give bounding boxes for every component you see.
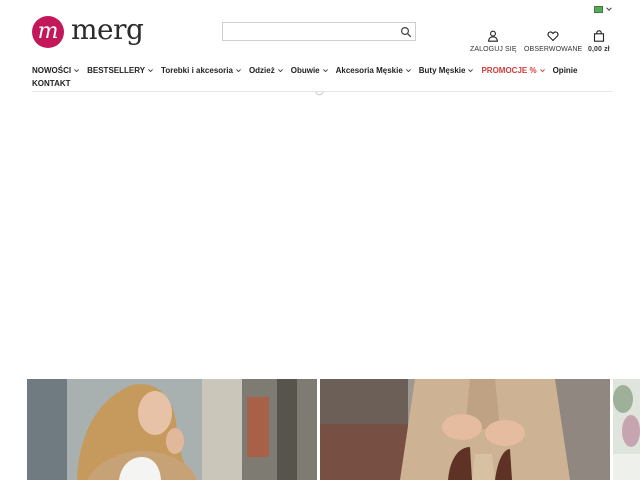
logo[interactable]: m merg (32, 13, 144, 48)
heart-icon (547, 31, 559, 42)
nav-item-obuwie[interactable]: Obuwie (291, 66, 329, 75)
chevron-down-icon (277, 69, 283, 73)
header-actions: ZALOGUJ SIĘ OBSERWOWANE 0,00 zł (464, 30, 624, 58)
nav-item-kontakt[interactable]: KONTAKT (32, 79, 71, 88)
chevron-down-icon (405, 69, 411, 73)
user-icon (488, 30, 499, 42)
nav-item-bestsellery[interactable]: BESTSELLERY (87, 66, 154, 75)
chevron-down-icon (606, 7, 612, 11)
nav-item-odziez[interactable]: Odzież (249, 66, 284, 75)
chevron-down-icon (235, 69, 241, 73)
login-button[interactable]: ZALOGUJ SIĘ (470, 30, 517, 53)
nav-item-label: Opinie (552, 66, 578, 75)
nav-item-opinie[interactable]: Opinie (553, 66, 578, 75)
nav-row: KONTAKT (32, 77, 612, 90)
shopping-bag-icon (593, 30, 604, 42)
chevron-down-icon (148, 69, 153, 73)
cart-button[interactable]: 0,00 zł (588, 30, 610, 53)
nav-item-label: NOWOŚCI (32, 66, 72, 75)
chevron-down-icon (468, 69, 474, 73)
language-selector[interactable] (594, 5, 613, 13)
nav-item-label: Buty Męskie (418, 66, 466, 75)
nav-item-label: Obuwie (290, 66, 320, 75)
nav-item-label: Torebki i akcesoria (161, 66, 233, 75)
logo-mark-letter: m (37, 19, 59, 44)
logo-mark: m (32, 16, 64, 48)
nav-item-label: BESTSELLERY (87, 66, 146, 75)
search-bar (222, 22, 416, 42)
nav-item-akcesoria-meskie[interactable]: Akcesoria Męskie (336, 66, 412, 75)
wishlist-button[interactable]: OBSERWOWANE (524, 30, 582, 53)
banner-photo (613, 379, 640, 480)
nav-item-torebki[interactable]: Torebki i akcesoria (161, 66, 242, 75)
banner-beige-suit-handbag[interactable] (320, 379, 610, 480)
login-label: ZALOGUJ SIĘ (470, 46, 517, 53)
nav-item-buty-meskie[interactable]: Buty Męskie (419, 66, 475, 75)
flag-icon (594, 5, 603, 13)
chevron-down-icon (74, 69, 80, 73)
banner-photo (27, 379, 317, 480)
nav-item-label: KONTAKT (32, 79, 71, 88)
banner-woman-beige-coat[interactable] (27, 379, 317, 480)
wishlist-label: OBSERWOWANE (524, 46, 583, 53)
chevron-down-icon (539, 69, 545, 73)
nav-item-label: Odzież (248, 66, 275, 75)
nav-item-label: Akcesoria Męskie (335, 66, 403, 75)
nav-row: NOWOŚCI BESTSELLERY Torebki i akcesoria … (32, 64, 612, 77)
main-nav: NOWOŚCI BESTSELLERY Torebki i akcesoria … (32, 64, 612, 90)
search-input[interactable] (223, 24, 401, 42)
chevron-down-icon (322, 69, 328, 73)
nav-item-label: PROMOCJE % (481, 66, 537, 75)
banner-partial[interactable] (613, 379, 640, 480)
search-icon[interactable] (400, 26, 412, 38)
nav-item-nowosci[interactable]: NOWOŚCI (32, 66, 80, 75)
cart-total: 0,00 zł (588, 46, 610, 53)
loading-spinner-icon (315, 91, 324, 96)
logo-text: merg (71, 13, 144, 46)
nav-item-promocje[interactable]: PROMOCJE % (481, 66, 545, 75)
banner-photo (320, 379, 610, 480)
